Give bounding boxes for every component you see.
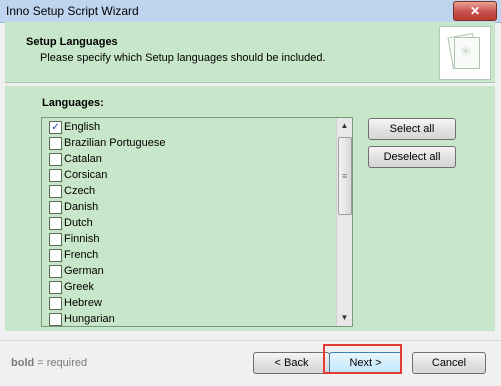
back-button[interactable]: < Back bbox=[253, 352, 330, 374]
list-item[interactable]: French bbox=[42, 247, 336, 263]
checkbox[interactable] bbox=[49, 201, 62, 214]
page-heading: Setup Languages bbox=[26, 36, 118, 48]
footer-divider bbox=[0, 340, 501, 341]
checkbox[interactable] bbox=[49, 153, 62, 166]
deselect-all-button[interactable]: Deselect all bbox=[368, 146, 456, 168]
list-item-label: Catalan bbox=[64, 153, 102, 165]
checkbox[interactable] bbox=[49, 281, 62, 294]
list-item[interactable]: Brazilian Portuguese bbox=[42, 135, 336, 151]
list-item[interactable]: German bbox=[42, 263, 336, 279]
cancel-button[interactable]: Cancel bbox=[412, 352, 486, 374]
list-item[interactable]: Catalan bbox=[42, 151, 336, 167]
page-header: Setup Languages Please specify which Set… bbox=[5, 22, 495, 83]
scroll-up-icon[interactable]: ▲ bbox=[337, 118, 352, 134]
list-item[interactable]: Hungarian bbox=[42, 311, 336, 326]
list-item[interactable]: Hebrew bbox=[42, 295, 336, 311]
list-item[interactable]: Czech bbox=[42, 183, 336, 199]
list-item[interactable]: Danish bbox=[42, 199, 336, 215]
checkbox[interactable] bbox=[49, 185, 62, 198]
checkbox[interactable] bbox=[49, 233, 62, 246]
list-item-label: Dutch bbox=[64, 217, 93, 229]
select-all-button[interactable]: Select all bbox=[368, 118, 456, 140]
scrollbar-thumb[interactable]: ≡ bbox=[338, 137, 352, 215]
list-item-label: French bbox=[64, 249, 99, 261]
page-subheading: Please specify which Setup languages sho… bbox=[40, 52, 326, 64]
languages-listbox[interactable]: ▲ ≡ ▼ ✓ English Brazilian Portuguese Catala… bbox=[41, 117, 353, 327]
wizard-icon: ✳ bbox=[439, 26, 491, 80]
checkbox[interactable] bbox=[49, 249, 62, 262]
wizard-window: Inno Setup Script Wizard ✕ Setup Languag… bbox=[0, 0, 501, 386]
check-icon: ✓ bbox=[51, 122, 60, 133]
title-bar: Inno Setup Script Wizard ✕ bbox=[0, 0, 501, 23]
list-item-label: Brazilian Portuguese bbox=[64, 137, 166, 149]
required-legend: bold = required bbox=[11, 357, 87, 369]
scroll-down-icon[interactable]: ▼ bbox=[337, 310, 352, 326]
close-button[interactable]: ✕ bbox=[453, 1, 497, 21]
list-item-label: Danish bbox=[64, 201, 99, 213]
list-item-label: Greek bbox=[64, 281, 94, 293]
list-item[interactable]: ✓ English bbox=[42, 119, 336, 135]
next-button[interactable]: Next > bbox=[329, 352, 402, 374]
checkbox[interactable] bbox=[49, 297, 62, 310]
legend-text: = required bbox=[34, 357, 88, 369]
window-title: Inno Setup Script Wizard bbox=[6, 4, 139, 18]
list-item-label: Finnish bbox=[64, 233, 100, 245]
languages-label: Languages: bbox=[42, 97, 104, 109]
checkbox[interactable] bbox=[49, 265, 62, 278]
list-item[interactable]: Corsican bbox=[42, 167, 336, 183]
checkbox[interactable] bbox=[49, 313, 62, 326]
grip-icon: ≡ bbox=[342, 171, 348, 181]
list-item-label: Hungarian bbox=[64, 313, 115, 325]
checkbox[interactable]: ✓ bbox=[49, 121, 62, 134]
legend-bold: bold bbox=[11, 357, 35, 369]
list-item-label: Czech bbox=[64, 185, 96, 197]
list-item-label: Hebrew bbox=[64, 297, 102, 309]
list-item-label: German bbox=[64, 265, 104, 277]
checkbox[interactable] bbox=[49, 169, 62, 182]
vertical-scrollbar[interactable]: ▲ ≡ ▼ bbox=[336, 118, 352, 326]
checkbox[interactable] bbox=[49, 217, 62, 230]
list-item[interactable]: Greek bbox=[42, 279, 336, 295]
list-item[interactable]: Finnish bbox=[42, 231, 336, 247]
list-item-label: English bbox=[64, 121, 101, 133]
close-icon: ✕ bbox=[469, 4, 481, 18]
list-item[interactable]: Dutch bbox=[42, 215, 336, 231]
checkbox[interactable] bbox=[49, 137, 62, 150]
list-item-label: Corsican bbox=[64, 169, 108, 181]
